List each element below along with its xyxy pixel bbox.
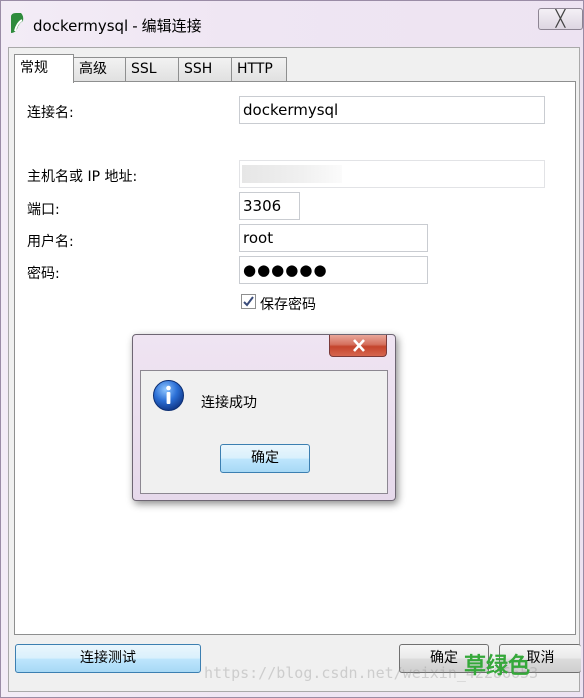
test-connection-button[interactable]: 连接测试 [15, 644, 201, 673]
close-icon [353, 339, 365, 352]
message-ok-button[interactable]: 确定 [220, 444, 310, 473]
tab-advanced[interactable]: 高级 [73, 57, 126, 82]
connection-name-input[interactable]: dockermysql [239, 96, 545, 124]
window-close-button[interactable]: ╳ [538, 8, 583, 30]
window-title: dockermysql - 编辑连接 [33, 17, 202, 35]
close-icon: ╳ [555, 9, 566, 28]
password-input[interactable]: ●●●●●● [239, 256, 428, 284]
message-close-button[interactable] [329, 335, 387, 357]
port-label: 端口: [27, 202, 60, 218]
username-label: 用户名: [27, 234, 74, 250]
redacted-host [242, 165, 342, 183]
message-body: 连接成功 确定 [140, 370, 388, 494]
mysql-dolphin-icon [11, 13, 24, 33]
tab-general[interactable]: 常规 [14, 54, 74, 83]
connection-name-label: 连接名: [27, 105, 74, 121]
host-label: 主机名或 IP 地址: [27, 169, 138, 185]
tab-ssl[interactable]: SSL [125, 57, 179, 82]
success-message-box: 连接成功 确定 [132, 334, 396, 501]
message-text: 连接成功 [201, 395, 257, 411]
tab-ssh[interactable]: SSH [178, 57, 232, 82]
title-bar: dockermysql - 编辑连接 ╳ [1, 1, 584, 47]
color-stamp: 草绿色 [464, 654, 531, 679]
password-label: 密码: [27, 266, 60, 282]
username-input[interactable]: root [239, 224, 428, 252]
port-input[interactable]: 3306 [239, 192, 300, 220]
info-icon [153, 380, 184, 411]
checkmark-icon [243, 296, 254, 307]
save-password-checkbox[interactable] [241, 294, 256, 309]
tab-http[interactable]: HTTP [231, 57, 287, 82]
host-input[interactable] [239, 160, 545, 188]
save-password-label[interactable]: 保存密码 [260, 294, 316, 314]
